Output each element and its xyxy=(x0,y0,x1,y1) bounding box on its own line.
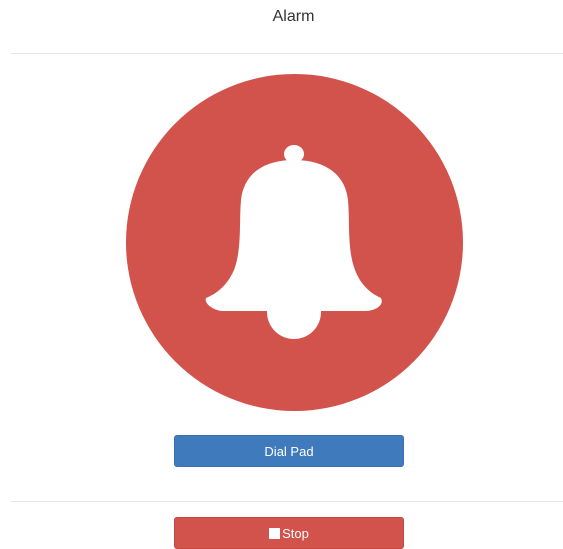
dial-pad-label: Dial Pad xyxy=(264,443,314,459)
stop-button[interactable]: Stop xyxy=(174,517,404,549)
stop-label: Stop xyxy=(282,525,309,541)
stop-square-icon xyxy=(269,527,281,539)
dial-pad-button[interactable]: Dial Pad xyxy=(174,435,404,467)
page-title: Alarm xyxy=(272,8,315,25)
alarm-indicator xyxy=(126,74,463,411)
footer-divider xyxy=(11,501,563,502)
header-divider xyxy=(11,53,563,54)
bell-icon xyxy=(205,145,382,339)
